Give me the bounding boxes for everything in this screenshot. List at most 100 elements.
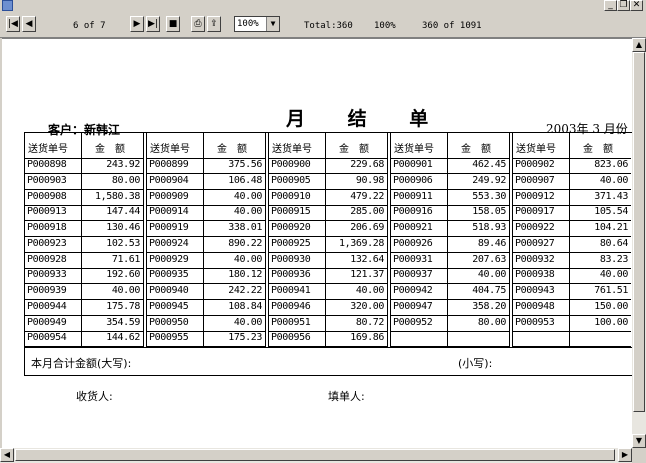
print-icon[interactable]: ⎙ xyxy=(191,16,205,32)
header-code: 送货单号 xyxy=(150,144,190,155)
group-divider xyxy=(265,133,266,347)
next-page-icon[interactable]: ▶ xyxy=(130,16,144,32)
amount: 40.00 xyxy=(477,269,507,281)
minimize-icon[interactable]: _ xyxy=(604,0,617,11)
amount: 105.54 xyxy=(594,206,628,218)
delivery-code: P000907 xyxy=(515,174,555,186)
table-row xyxy=(513,331,631,348)
delivery-code: P000908 xyxy=(27,190,67,202)
chevron-down-icon[interactable]: ▼ xyxy=(266,17,279,31)
export-icon[interactable]: ⇪ xyxy=(207,16,221,32)
report-toolbar: |◀ ◀ 6 of 7 ▶ ▶| ■ ⎙ ⇪ 100% ▼ Total:360 … xyxy=(0,12,646,38)
table-row: P000917 105.54 xyxy=(513,205,631,222)
table-row: P000910 479.22 xyxy=(269,190,387,206)
amount: 40.00 xyxy=(599,269,629,281)
delivery-code: P000921 xyxy=(393,222,433,233)
delivery-code: P000900 xyxy=(271,159,311,170)
table-row: P000920 206.69 xyxy=(269,221,387,237)
column-header-row: 送货单号 金 额 xyxy=(25,133,143,159)
table-row: P000918 130.46 xyxy=(25,221,143,237)
amount: 90.98 xyxy=(355,174,385,186)
delivery-code: P000929 xyxy=(149,253,189,265)
table-row: P000902 823.06 xyxy=(513,158,631,174)
amount: 890.22 xyxy=(228,237,262,249)
group-divider xyxy=(143,133,144,347)
prev-page-icon[interactable]: ◀ xyxy=(22,16,36,32)
table-row: P000929 40.00 xyxy=(147,253,265,269)
table-row: P000936 121.37 xyxy=(269,268,387,285)
column-group: 送货单号 金 额 P000898 243.92 P000903 80.00 P000908 1… xyxy=(25,133,143,348)
amount: 761.51 xyxy=(594,285,628,296)
delivery-code: P000935 xyxy=(149,269,189,281)
restore-icon[interactable]: ❐ xyxy=(617,0,630,11)
column-group: 送货单号 金 额 P000902 823.06 P000907 40.00 P000912 3… xyxy=(513,133,631,348)
delivery-code: P000952 xyxy=(393,316,433,328)
table-row: P000898 243.92 xyxy=(25,158,143,174)
last-page-icon[interactable]: ▶| xyxy=(146,16,160,32)
delivery-code: P000925 xyxy=(271,237,311,249)
amount: 108.84 xyxy=(228,300,262,312)
amount: 158.05 xyxy=(472,206,506,218)
delivery-code: P000918 xyxy=(27,222,67,233)
first-page-icon[interactable]: |◀ xyxy=(6,16,20,32)
scroll-right-icon[interactable]: ▶ xyxy=(618,448,632,462)
close-icon[interactable]: ✕ xyxy=(630,0,643,11)
amount: 371.43 xyxy=(594,190,628,202)
table-row: P000939 40.00 xyxy=(25,284,143,300)
delivery-code: P000936 xyxy=(271,269,311,281)
total-amount-figures-label: (小写): xyxy=(458,357,493,370)
amount: 150.00 xyxy=(594,300,628,312)
amount: 121.37 xyxy=(350,269,384,281)
scroll-up-icon[interactable]: ▲ xyxy=(632,38,646,52)
app-icon xyxy=(2,0,13,11)
table-row: P000899 375.56 xyxy=(147,158,265,174)
title-bar: _ ❐ ✕ xyxy=(0,0,646,12)
amount: 40.00 xyxy=(355,285,385,296)
table-row: P000955 175.23 xyxy=(147,331,265,348)
delivery-code: P000927 xyxy=(515,237,555,249)
amount: 40.00 xyxy=(233,316,263,328)
amount: 169.86 xyxy=(350,332,384,344)
delivery-code: P000945 xyxy=(149,300,189,312)
amount: 338.01 xyxy=(228,222,262,233)
amount: 375.56 xyxy=(228,159,262,170)
delivery-code: P000910 xyxy=(271,190,311,202)
stop-icon[interactable]: ■ xyxy=(166,16,180,32)
amount: 243.92 xyxy=(106,159,140,170)
delivery-code: P000931 xyxy=(393,253,433,265)
delivery-code: P000922 xyxy=(515,222,555,233)
delivery-code: P000932 xyxy=(515,253,555,265)
amount: 404.75 xyxy=(472,285,506,296)
column-group: 送货单号 金 额 P000899 375.56 P000904 106.48 P000909… xyxy=(147,133,265,348)
table-row: P000924 890.22 xyxy=(147,237,265,253)
table-row: P000954 144.62 xyxy=(25,331,143,348)
zoom-select[interactable]: 100% ▼ xyxy=(234,16,280,32)
page-info: 6 of 7 xyxy=(73,21,106,31)
table-row: P000932 83.23 xyxy=(513,253,631,269)
delivery-code: P000939 xyxy=(27,285,67,296)
table-row: P000912 371.43 xyxy=(513,190,631,206)
scroll-left-icon[interactable]: ◀ xyxy=(0,448,14,462)
vertical-scroll-thumb[interactable] xyxy=(633,52,645,412)
table-row: P000940 242.22 xyxy=(147,284,265,300)
table-row: P000926 89.46 xyxy=(391,237,509,253)
table-row: P000935 180.12 xyxy=(147,268,265,285)
header-amount: 金 额 xyxy=(339,144,369,155)
table-row: P000948 150.00 xyxy=(513,300,631,316)
delivery-code: P000913 xyxy=(27,206,67,218)
amount: 1,580.38 xyxy=(95,190,140,202)
table-row: P000931 207.63 xyxy=(391,253,509,269)
table-row: P000923 102.53 xyxy=(25,237,143,253)
delivery-code: P000930 xyxy=(271,253,311,265)
scroll-corner xyxy=(632,448,646,463)
amount: 518.93 xyxy=(472,222,506,233)
amount: 249.92 xyxy=(472,174,506,186)
amount: 175.23 xyxy=(228,332,262,344)
delivery-code: P000898 xyxy=(27,159,67,170)
scroll-down-icon[interactable]: ▼ xyxy=(632,434,646,448)
zoom-value: 100% xyxy=(237,19,259,29)
amount: 80.00 xyxy=(477,316,507,328)
horizontal-scroll-thumb[interactable] xyxy=(15,449,615,461)
header-amount: 金 额 xyxy=(461,144,491,155)
table-row: P000911 553.30 xyxy=(391,190,509,206)
